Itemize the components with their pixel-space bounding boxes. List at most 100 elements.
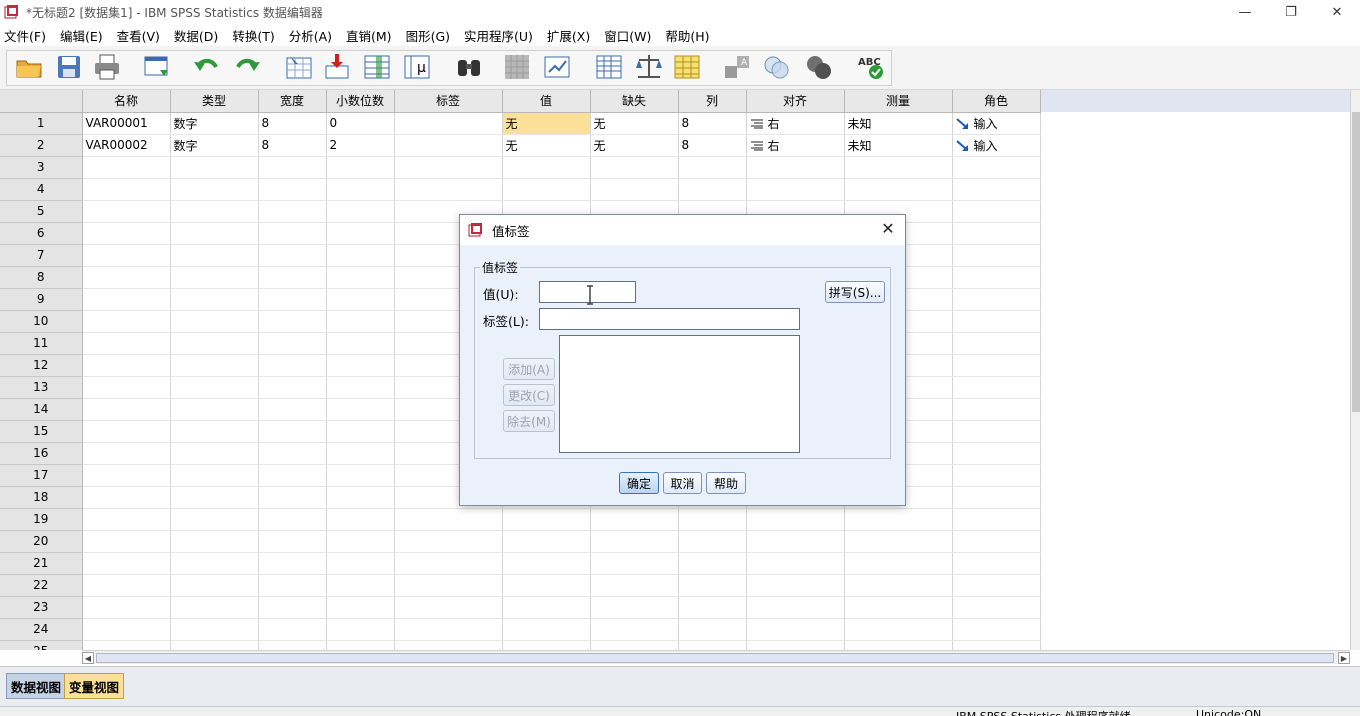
grid-cell[interactable] — [258, 332, 327, 355]
col-header-role[interactable]: 角色 — [952, 90, 1041, 113]
vertical-scroll-thumb[interactable] — [1352, 112, 1360, 412]
cell-measure[interactable]: 未知 — [844, 112, 953, 135]
grid-cell[interactable] — [258, 574, 327, 597]
grid-cell[interactable] — [170, 596, 259, 619]
grid-cell[interactable] — [82, 442, 171, 465]
cell-measure[interactable]: 未知 — [844, 134, 953, 157]
grid-cell[interactable] — [952, 332, 1041, 355]
grid-cell[interactable] — [844, 640, 953, 650]
grid-cell[interactable] — [170, 222, 259, 245]
grid-cell[interactable] — [844, 508, 953, 531]
help-button[interactable]: 帮助 — [706, 472, 746, 494]
grid-cell[interactable] — [82, 156, 171, 179]
grid-cell[interactable] — [258, 530, 327, 553]
row-header[interactable]: 11 — [0, 332, 83, 355]
row-header[interactable]: 23 — [0, 596, 83, 619]
grid-cell[interactable] — [258, 596, 327, 619]
grid-cell[interactable] — [170, 420, 259, 443]
grid-cell[interactable] — [394, 574, 503, 597]
cell-columns[interactable]: 8 — [678, 112, 747, 135]
find-binoculars-icon[interactable] — [454, 52, 484, 82]
grid-cell[interactable] — [844, 530, 953, 553]
ok-button[interactable]: 确定 — [619, 472, 659, 494]
grid-cell[interactable] — [394, 596, 503, 619]
grid-cell[interactable] — [746, 640, 845, 650]
menu-data[interactable]: 数据(D) — [170, 26, 228, 45]
grid-cell[interactable] — [590, 156, 679, 179]
grid-cell[interactable] — [590, 596, 679, 619]
col-header-measure[interactable]: 测量 — [844, 90, 953, 113]
dialog-close-icon[interactable]: ✕ — [879, 220, 897, 238]
grid-cell[interactable] — [952, 200, 1041, 223]
grid-cell[interactable] — [82, 266, 171, 289]
grid-cell[interactable] — [82, 640, 171, 650]
grid-cell[interactable] — [394, 156, 503, 179]
row-header[interactable]: 18 — [0, 486, 83, 509]
grid-cell[interactable] — [326, 640, 395, 650]
grid-cell[interactable] — [502, 618, 591, 641]
grid-cell[interactable] — [502, 530, 591, 553]
grid-cell[interactable] — [678, 508, 747, 531]
grid-cell[interactable] — [170, 508, 259, 531]
split-file-icon[interactable] — [594, 52, 624, 82]
grid-cell[interactable] — [170, 376, 259, 399]
grid-cell[interactable] — [258, 640, 327, 650]
grid-cell[interactable] — [326, 354, 395, 377]
grid-cell[interactable] — [678, 574, 747, 597]
row-header[interactable]: 17 — [0, 464, 83, 487]
row-header[interactable]: 10 — [0, 310, 83, 333]
spelling-button[interactable]: 拼写(S)... — [825, 281, 885, 303]
grid-cell[interactable] — [326, 508, 395, 531]
grid-cell[interactable] — [326, 332, 395, 355]
tab-variable-view[interactable]: 变量视图 — [64, 673, 125, 699]
row-header[interactable]: 3 — [0, 156, 83, 179]
menu-help[interactable]: 帮助(H) — [661, 26, 719, 45]
menu-transform[interactable]: 转换(T) — [228, 26, 284, 45]
undo-icon[interactable] — [192, 52, 222, 82]
row-header[interactable]: 4 — [0, 178, 83, 201]
horizontal-scrollbar[interactable]: ◀ ▶ — [82, 650, 1350, 664]
menu-extensions[interactable]: 扩展(X) — [543, 26, 600, 45]
grid-cell[interactable] — [258, 200, 327, 223]
restore-button[interactable]: ❐ — [1268, 0, 1314, 24]
grid-cell[interactable] — [502, 640, 591, 650]
grid-cell[interactable] — [394, 178, 503, 201]
grid-cell[interactable] — [678, 552, 747, 575]
menu-analyze[interactable]: 分析(A) — [285, 26, 342, 45]
cell-missing[interactable]: 无 — [590, 112, 679, 135]
row-header[interactable]: 20 — [0, 530, 83, 553]
grid-cell[interactable] — [170, 266, 259, 289]
grid-cell[interactable] — [170, 530, 259, 553]
change-button[interactable]: 更改(C) — [503, 384, 555, 406]
row-header[interactable]: 8 — [0, 266, 83, 289]
grid-cell[interactable] — [844, 552, 953, 575]
row-header[interactable]: 19 — [0, 508, 83, 531]
grid-cell[interactable] — [82, 596, 171, 619]
menu-window[interactable]: 窗口(W) — [600, 26, 661, 45]
menu-graphs[interactable]: 图形(G) — [402, 26, 460, 45]
grid-cell[interactable] — [502, 178, 591, 201]
grid-cell[interactable] — [82, 354, 171, 377]
grid-cell[interactable] — [326, 464, 395, 487]
weight-cases-icon[interactable] — [634, 52, 664, 82]
menu-direct-marketing[interactable]: 直销(M) — [342, 26, 402, 45]
grid-cell[interactable] — [326, 244, 395, 267]
grid-cell[interactable] — [844, 156, 953, 179]
grid-cell[interactable] — [258, 398, 327, 421]
remove-button[interactable]: 除去(M) — [503, 410, 555, 432]
menu-utilities[interactable]: 实用程序(U) — [460, 26, 543, 45]
grid-cell[interactable] — [326, 156, 395, 179]
grid-cell[interactable] — [394, 530, 503, 553]
grid-cell[interactable] — [82, 464, 171, 487]
grid-cell[interactable] — [678, 640, 747, 650]
row-header[interactable]: 15 — [0, 420, 83, 443]
row-header[interactable]: 12 — [0, 354, 83, 377]
grid-cell[interactable] — [746, 618, 845, 641]
cell-type[interactable]: 数字 — [170, 134, 259, 157]
cell-missing[interactable]: 无 — [590, 134, 679, 157]
grid-cell[interactable] — [326, 486, 395, 509]
grid-cell[interactable] — [170, 552, 259, 575]
grid-cell[interactable] — [258, 420, 327, 443]
grid-cell[interactable] — [258, 552, 327, 575]
grid-cell[interactable] — [394, 640, 503, 650]
